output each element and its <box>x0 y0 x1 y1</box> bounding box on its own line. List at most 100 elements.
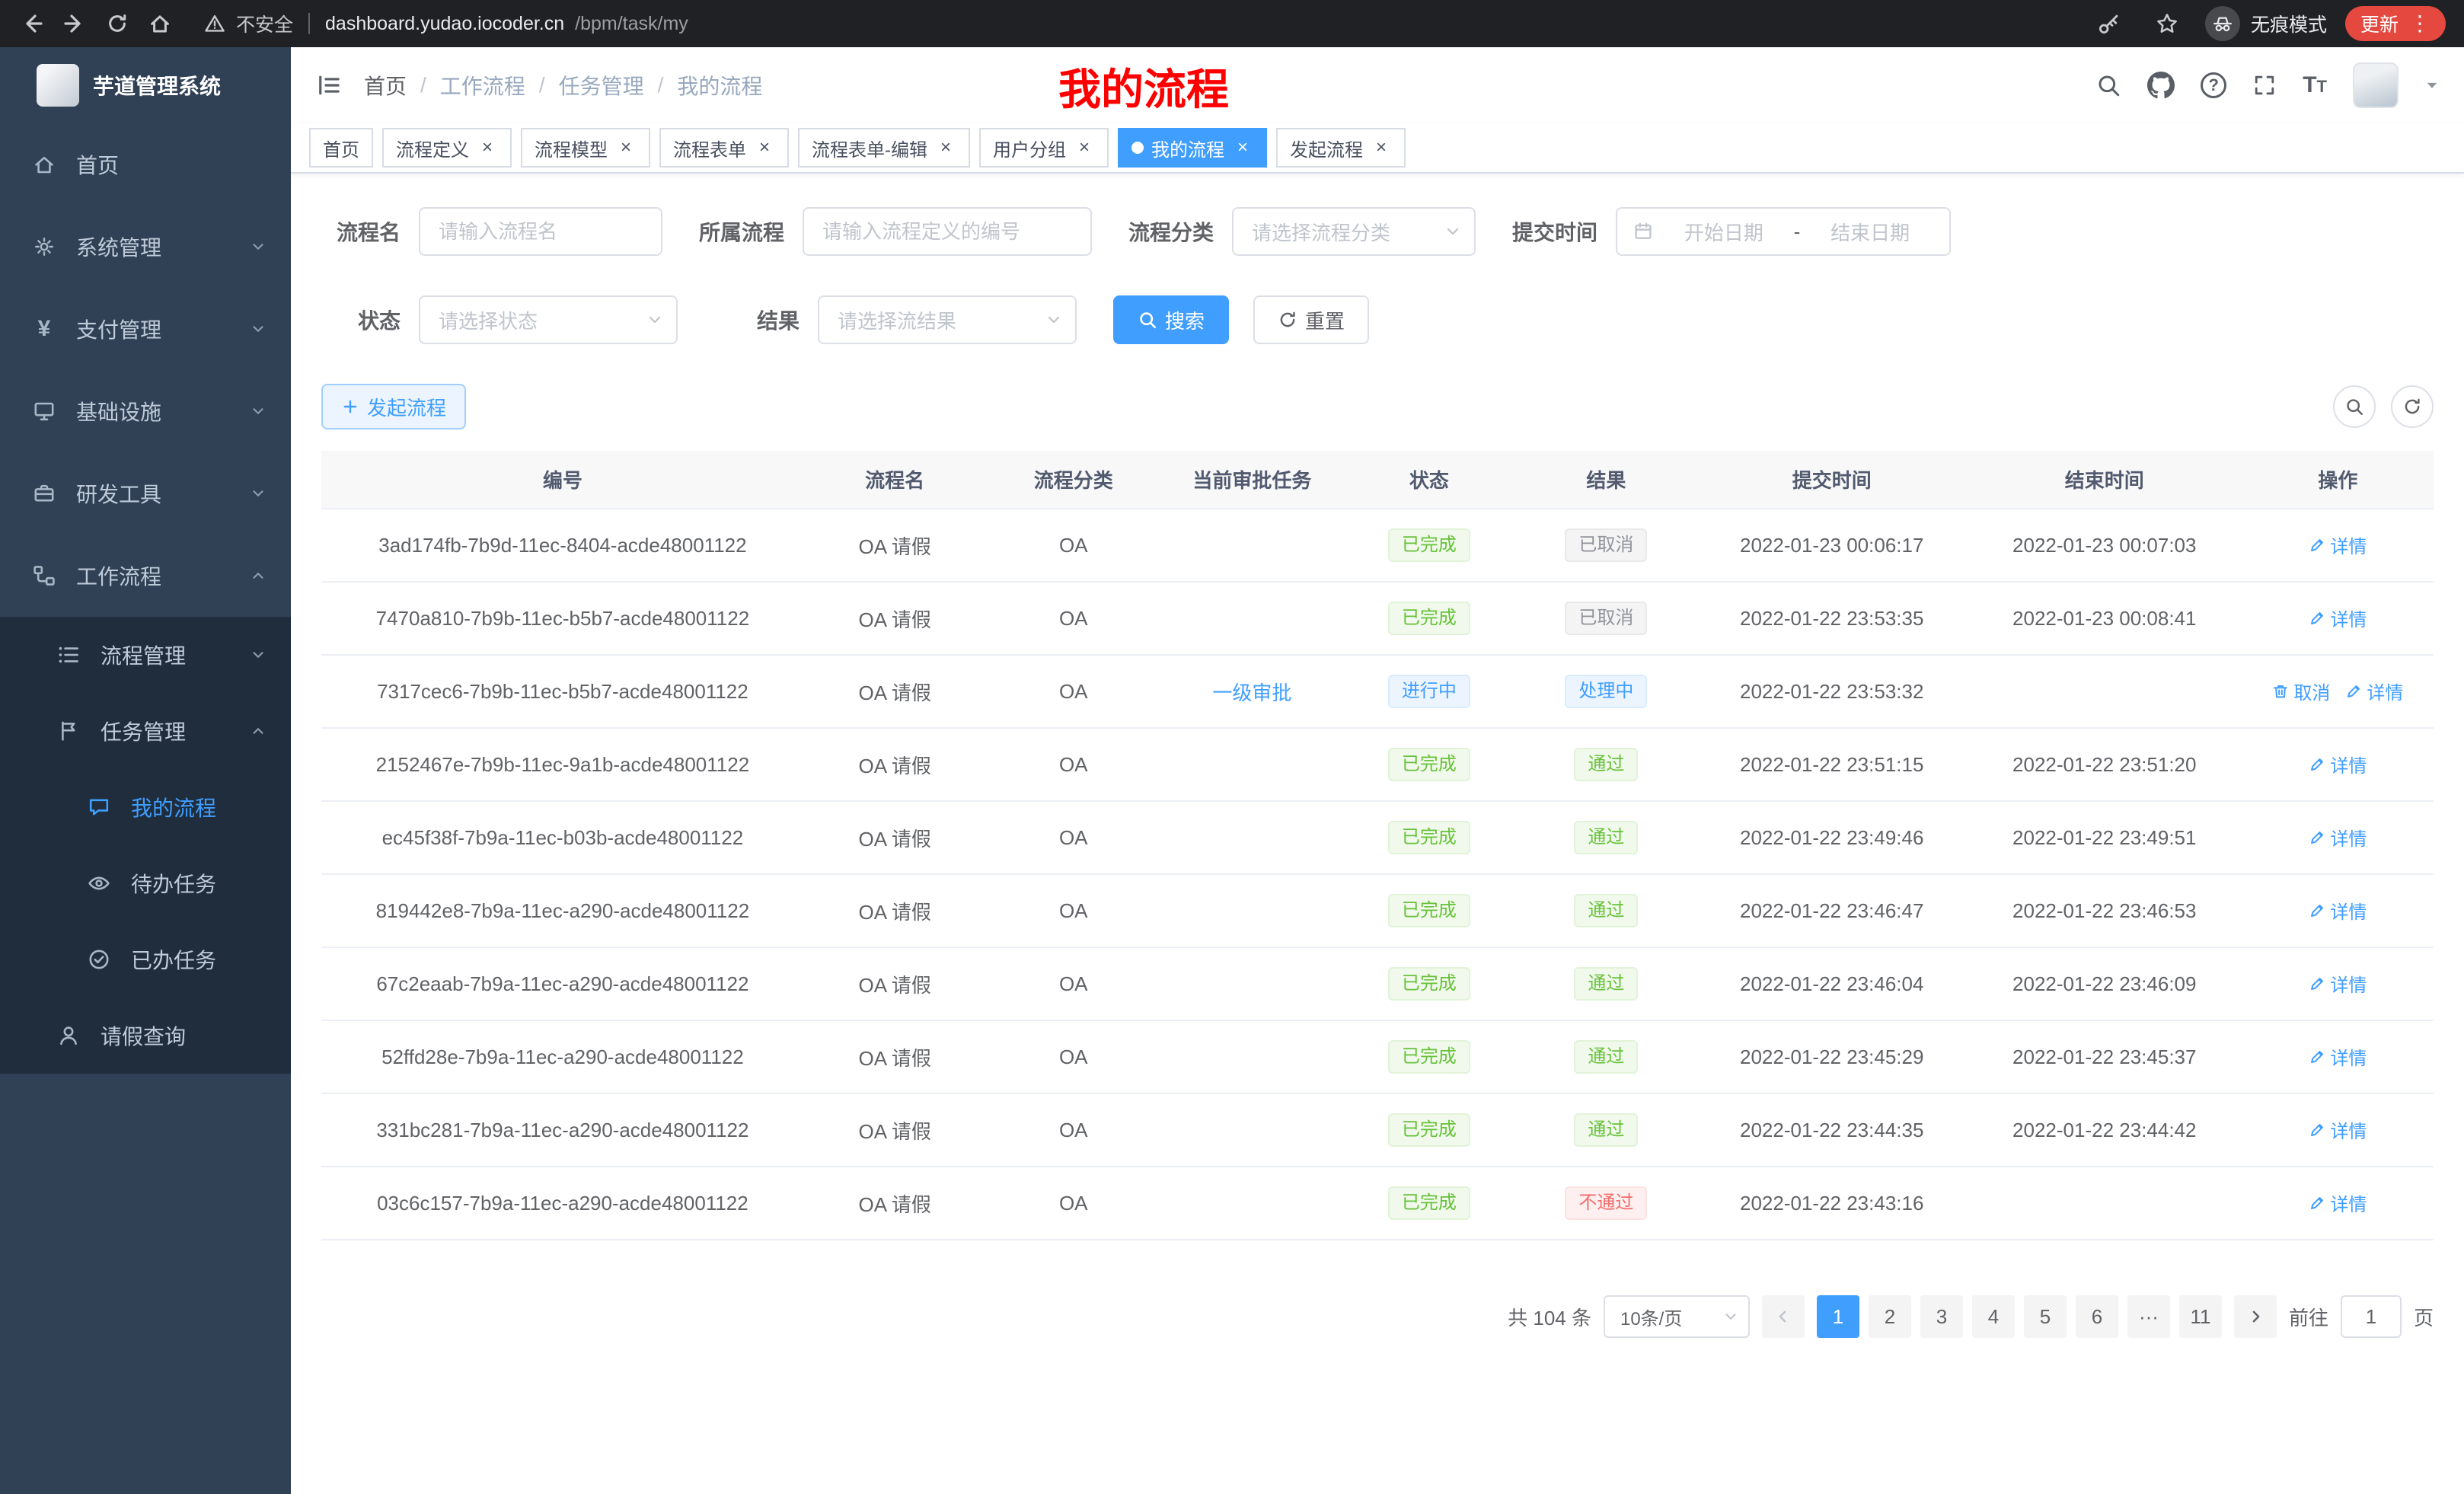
detail-link[interactable]: 详情 <box>2309 751 2367 777</box>
close-icon[interactable]: × <box>615 137 637 158</box>
process-definition-input[interactable] <box>803 207 1092 256</box>
sidebar-item-my-process[interactable]: 我的流程 <box>0 769 291 845</box>
help-icon[interactable]: ? <box>2201 72 2226 98</box>
detail-link[interactable]: 详情 <box>2309 970 2367 997</box>
collapse-sidebar-icon[interactable] <box>315 72 343 99</box>
result-tag: 不通过 <box>1565 1186 1647 1220</box>
cell-category: OA <box>986 728 1161 801</box>
bookmark-star-icon[interactable] <box>2147 4 2187 43</box>
sidebar-item-process-management[interactable]: 流程管理 <box>0 617 291 693</box>
current-task-link[interactable]: 一级审批 <box>1212 678 1291 706</box>
sidebar-item-task-management[interactable]: 任务管理 <box>0 693 291 769</box>
reset-button[interactable]: 重置 <box>1253 295 1369 344</box>
cell-end-time: 2022-01-22 23:46:09 <box>1967 947 2242 1020</box>
detail-link[interactable]: 详情 <box>2345 678 2403 704</box>
close-icon[interactable]: × <box>754 137 775 158</box>
detail-link[interactable]: 详情 <box>2309 897 2367 924</box>
chevron-up-icon <box>250 723 267 739</box>
page-button[interactable]: 11 <box>2179 1295 2222 1338</box>
tab-my-process[interactable]: 我的流程× <box>1118 128 1267 168</box>
tab-home[interactable]: 首页 <box>309 128 373 168</box>
sidebar-item-workflow[interactable]: 工作流程 <box>0 535 291 617</box>
cell-task <box>1161 509 1343 582</box>
col-category: 流程分类 <box>986 451 1161 509</box>
end-date-placeholder[interactable]: 结束日期 <box>1806 218 1934 246</box>
tab-label: 用户分组 <box>993 135 1066 161</box>
github-icon[interactable] <box>2147 72 2175 99</box>
refresh-table-button[interactable] <box>2391 385 2434 428</box>
sidebar-item-system[interactable]: 系统管理 <box>0 206 291 288</box>
category-select[interactable]: 请选择流程分类 <box>1232 207 1476 256</box>
status-select[interactable]: 请选择状态 <box>419 295 678 344</box>
cell-name: OA 请假 <box>804 1167 986 1240</box>
site-warning-icon[interactable] <box>204 13 225 34</box>
cell-actions: 详情 <box>2242 947 2434 1020</box>
caret-down-icon[interactable] <box>2424 78 2440 93</box>
sidebar-item-done-tasks[interactable]: 已办任务 <box>0 921 291 998</box>
detail-link[interactable]: 详情 <box>2309 605 2367 631</box>
password-key-icon[interactable] <box>2089 4 2129 43</box>
next-page-button[interactable] <box>2234 1295 2277 1338</box>
tab-process-form[interactable]: 流程表单× <box>659 128 789 168</box>
back-button[interactable] <box>12 4 52 43</box>
search-button[interactable]: 搜索 <box>1113 295 1229 344</box>
page-button[interactable]: 1 <box>1817 1295 1859 1338</box>
sidebar-item-infrastructure[interactable]: 基础设施 <box>0 370 291 452</box>
tab-label: 首页 <box>323 135 359 161</box>
browser-menu-icon[interactable]: ⋮ <box>2409 13 2430 34</box>
pagination: 共 104 条 10条/页 1 2 3 4 5 6 ··· 11 <box>321 1295 2434 1384</box>
close-icon[interactable]: × <box>1232 137 1253 158</box>
result-select[interactable]: 请选择流结果 <box>818 295 1077 344</box>
detail-link[interactable]: 详情 <box>2309 1116 2367 1143</box>
tab-user-group[interactable]: 用户分组 × <box>979 128 1109 168</box>
search-icon[interactable] <box>2095 72 2121 98</box>
update-button[interactable]: 更新 ⋮ <box>2345 6 2446 41</box>
home-button[interactable] <box>140 4 180 43</box>
start-date-placeholder[interactable]: 开始日期 <box>1660 218 1788 246</box>
status-tag: 已完成 <box>1388 602 1470 635</box>
sidebar-item-payment[interactable]: ¥ 支付管理 <box>0 288 291 370</box>
date-range-picker[interactable]: 开始日期 - 结束日期 <box>1616 207 1951 256</box>
breadcrumb-item[interactable]: 首页 <box>364 70 407 101</box>
cell-status: 已完成 <box>1343 1093 1515 1167</box>
address-bar[interactable]: 不安全 dashboard.yudao.iocoder.cn/bpm/task/… <box>204 10 2086 37</box>
process-name-input[interactable] <box>419 207 662 256</box>
create-process-button[interactable]: 发起流程 <box>321 384 466 429</box>
page-button[interactable]: 4 <box>1972 1295 2015 1338</box>
cell-result: 通过 <box>1515 1093 1697 1167</box>
detail-link[interactable]: 详情 <box>2309 824 2367 851</box>
close-icon[interactable]: × <box>1371 137 1392 158</box>
avatar[interactable] <box>2353 62 2399 108</box>
tab-start-process[interactable]: 发起流程× <box>1276 128 1406 168</box>
cancel-link[interactable]: 取消 <box>2272 678 2330 704</box>
sidebar-item-leave-query[interactable]: 请假查询 <box>0 998 291 1074</box>
tab-process-form-edit[interactable]: 流程表单-编辑× <box>798 128 970 168</box>
forward-button[interactable] <box>55 4 94 43</box>
detail-link[interactable]: 详情 <box>2309 1043 2367 1070</box>
page-button[interactable]: 2 <box>1869 1295 1911 1338</box>
more-pages-button[interactable]: ··· <box>2127 1295 2170 1338</box>
prev-page-button[interactable] <box>1762 1295 1805 1338</box>
tab-process-model[interactable]: 流程模型× <box>521 128 650 168</box>
page-size-select[interactable]: 10条/页 <box>1604 1295 1750 1338</box>
detail-link[interactable]: 详情 <box>2309 1189 2367 1216</box>
page-button[interactable]: 5 <box>2024 1295 2067 1338</box>
tab-process-definition[interactable]: 流程定义× <box>382 128 512 168</box>
close-icon[interactable]: × <box>1074 137 1095 158</box>
show-search-button[interactable] <box>2333 385 2376 428</box>
page-button[interactable]: 6 <box>2076 1295 2118 1338</box>
reload-button[interactable] <box>97 4 137 43</box>
cell-actions: 取消详情 <box>2242 655 2434 728</box>
page-button[interactable]: 3 <box>1920 1295 1963 1338</box>
sidebar-item-devtools[interactable]: 研发工具 <box>0 452 291 535</box>
font-size-icon[interactable]: TT <box>2303 72 2327 98</box>
goto-page-input[interactable] <box>2341 1295 2402 1338</box>
sidebar-item-home[interactable]: 首页 <box>0 123 291 206</box>
detail-link[interactable]: 详情 <box>2309 532 2367 558</box>
close-icon[interactable]: × <box>477 137 498 158</box>
cell-id: ec45f38f-7b9a-11ec-b03b-acde48001122 <box>321 801 804 874</box>
cell-category: OA <box>986 801 1161 874</box>
fullscreen-icon[interactable] <box>2252 73 2277 97</box>
sidebar-item-todo-tasks[interactable]: 待办任务 <box>0 845 291 921</box>
close-icon[interactable]: × <box>935 137 956 158</box>
